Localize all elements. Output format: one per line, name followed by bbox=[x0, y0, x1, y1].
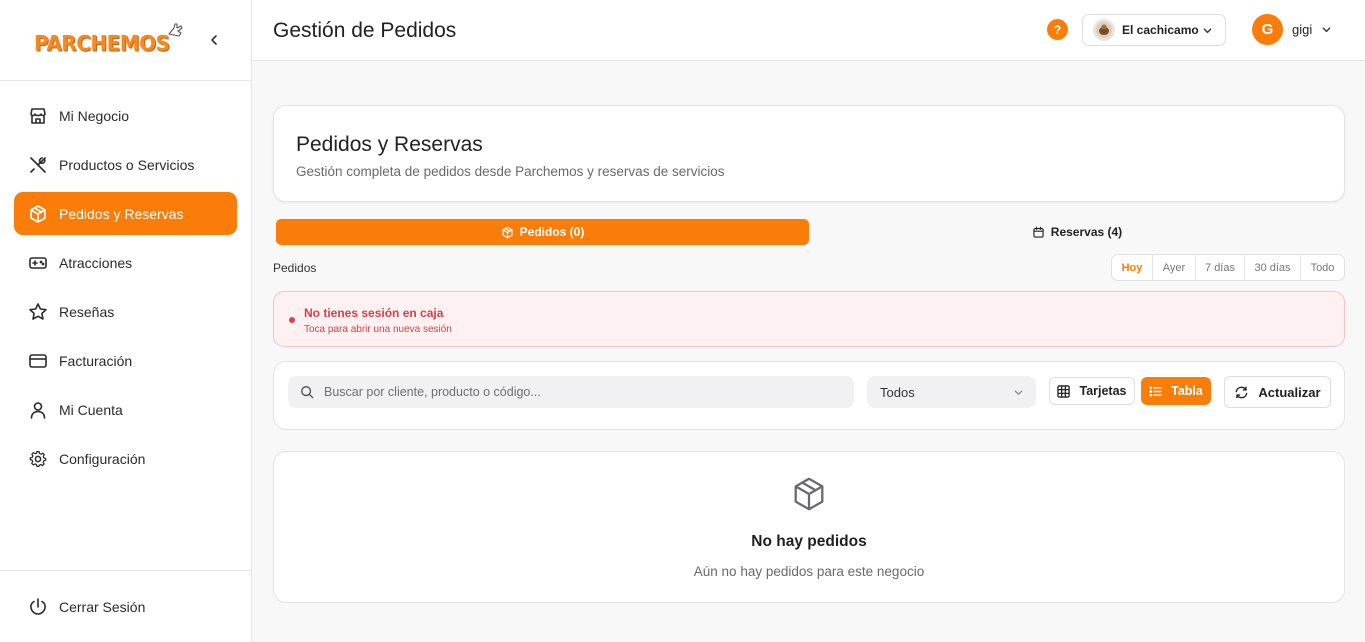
alert-title: No tienes sesión en caja bbox=[304, 306, 444, 320]
logo-text: PARCHEMOS bbox=[34, 30, 170, 56]
cards-view-button[interactable]: Tarjetas bbox=[1049, 377, 1135, 405]
sidebar-nav: Mi Negocio Productos o Servicios Pedidos… bbox=[14, 94, 237, 486]
cards-label: Tarjetas bbox=[1079, 384, 1127, 398]
user-menu[interactable]: G gigi bbox=[1252, 14, 1332, 45]
logo-row: PARCHEMOS bbox=[0, 0, 251, 81]
sidebar-item-productos[interactable]: Productos o Servicios bbox=[14, 143, 237, 186]
sidebar-footer: Cerrar Sesión bbox=[0, 570, 251, 642]
range-option-todo[interactable]: Todo bbox=[1301, 255, 1344, 280]
sidebar-item-label: Mi Negocio bbox=[59, 107, 130, 124]
tab-reservas[interactable]: Reservas (4) bbox=[809, 219, 1345, 245]
search-input[interactable] bbox=[324, 385, 824, 399]
top-header: Gestión de Pedidos ? El cachicamo G gigi bbox=[252, 0, 1365, 61]
tab-label: Pedidos (0) bbox=[519, 225, 585, 239]
sidebar: PARCHEMOS Mi Negocio Productos o Servici… bbox=[0, 0, 252, 642]
orders-toolbar: Todos Tarjetas Tabla Actualizar bbox=[273, 361, 1345, 430]
tabs: Pedidos (0) Reservas (4) bbox=[276, 219, 1345, 245]
logout-label: Cerrar Sesión bbox=[59, 599, 146, 615]
business-name: El cachicamo bbox=[1122, 23, 1199, 37]
star-icon bbox=[28, 302, 48, 322]
chevron-down-icon bbox=[1321, 24, 1332, 35]
sidebar-item-mi-cuenta[interactable]: Mi Cuenta bbox=[14, 388, 237, 431]
empty-state-title: No hay pedidos bbox=[751, 533, 867, 550]
chevron-left-icon bbox=[211, 35, 217, 45]
logout-button[interactable]: Cerrar Sesión bbox=[28, 597, 145, 617]
orders-section-label: Pedidos bbox=[273, 261, 317, 275]
page-title: Gestión de Pedidos bbox=[273, 19, 457, 42]
tab-pedidos[interactable]: Pedidos (0) bbox=[276, 219, 809, 245]
range-option-30-dias[interactable]: 30 días bbox=[1245, 255, 1301, 280]
avatar: G bbox=[1252, 14, 1283, 45]
alert-dot bbox=[289, 317, 295, 323]
search-box bbox=[288, 376, 854, 408]
collapse-sidebar-button[interactable] bbox=[204, 30, 224, 50]
cash-session-alert[interactable]: No tienes sesión en caja Toca para abrir… bbox=[273, 291, 1345, 347]
chevron-down-icon bbox=[1013, 387, 1024, 398]
gamepad-icon bbox=[28, 253, 48, 273]
range-option-7-dias[interactable]: 7 días bbox=[1196, 255, 1245, 280]
filter-value: Todos bbox=[880, 384, 915, 400]
sidebar-item-label: Atracciones bbox=[59, 254, 133, 271]
empty-state-card: No hay pedidos Aún no hay pedidos para e… bbox=[273, 451, 1345, 603]
sidebar-item-configuracion[interactable]: Configuración bbox=[14, 437, 237, 480]
package-icon bbox=[790, 474, 828, 514]
range-option-ayer[interactable]: Ayer bbox=[1153, 255, 1196, 280]
user-icon bbox=[28, 400, 48, 420]
refresh-label: Actualizar bbox=[1258, 384, 1321, 400]
sidebar-item-pedidos-reservas[interactable]: Pedidos y Reservas bbox=[14, 192, 237, 235]
table-label: Tabla bbox=[1171, 384, 1203, 398]
gear-icon bbox=[28, 449, 48, 469]
sidebar-item-label: Mi Cuenta bbox=[59, 401, 123, 418]
list-icon bbox=[1149, 385, 1162, 398]
sidebar-item-label: Productos o Servicios bbox=[59, 156, 195, 173]
empty-state-subtitle: Aún no hay pedidos para este negocio bbox=[693, 564, 925, 579]
business-selector[interactable]: El cachicamo bbox=[1082, 14, 1226, 46]
table-view-button[interactable]: Tabla bbox=[1141, 377, 1211, 405]
sidebar-item-mi-negocio[interactable]: Mi Negocio bbox=[14, 94, 237, 137]
chevron-down-icon bbox=[1202, 25, 1213, 36]
sidebar-item-atracciones[interactable]: Atracciones bbox=[14, 241, 237, 284]
range-option-hoy[interactable]: Hoy bbox=[1112, 255, 1153, 280]
sidebar-item-resenas[interactable]: Reseñas bbox=[14, 290, 237, 333]
page-intro-card: Pedidos y Reservas Gestión completa de p… bbox=[273, 105, 1345, 202]
calendar-icon bbox=[1032, 226, 1045, 239]
user-name: gigi bbox=[1292, 22, 1313, 37]
business-avatar bbox=[1093, 19, 1115, 41]
refresh-icon bbox=[1234, 385, 1249, 400]
power-icon bbox=[28, 597, 48, 617]
brand-logo[interactable]: PARCHEMOS bbox=[34, 22, 184, 56]
search-icon bbox=[300, 385, 314, 399]
sidebar-item-facturacion[interactable]: Facturación bbox=[14, 339, 237, 382]
tab-label: Reservas (4) bbox=[1050, 225, 1123, 239]
section-title: Pedidos y Reservas bbox=[296, 133, 483, 156]
status-filter-select[interactable]: Todos bbox=[867, 376, 1036, 408]
grid-icon bbox=[1057, 384, 1071, 398]
sidebar-item-label: Configuración bbox=[59, 450, 146, 467]
sidebar-item-label: Reseñas bbox=[59, 303, 115, 320]
package-icon bbox=[501, 226, 514, 239]
sidebar-item-label: Pedidos y Reservas bbox=[59, 205, 184, 222]
alert-subtitle: Toca para abrir una nueva sesión bbox=[304, 324, 452, 335]
package-icon bbox=[28, 204, 48, 224]
refresh-button[interactable]: Actualizar bbox=[1224, 376, 1331, 408]
credit-card-icon bbox=[28, 351, 48, 371]
section-subtitle: Gestión completa de pedidos desde Parche… bbox=[296, 164, 725, 179]
utensils-icon bbox=[28, 155, 48, 175]
date-range-selector: Hoy Ayer 7 días 30 días Todo bbox=[1111, 254, 1345, 281]
sidebar-item-label: Facturación bbox=[59, 352, 133, 369]
store-icon bbox=[28, 106, 48, 126]
help-button[interactable]: ? bbox=[1047, 19, 1068, 40]
